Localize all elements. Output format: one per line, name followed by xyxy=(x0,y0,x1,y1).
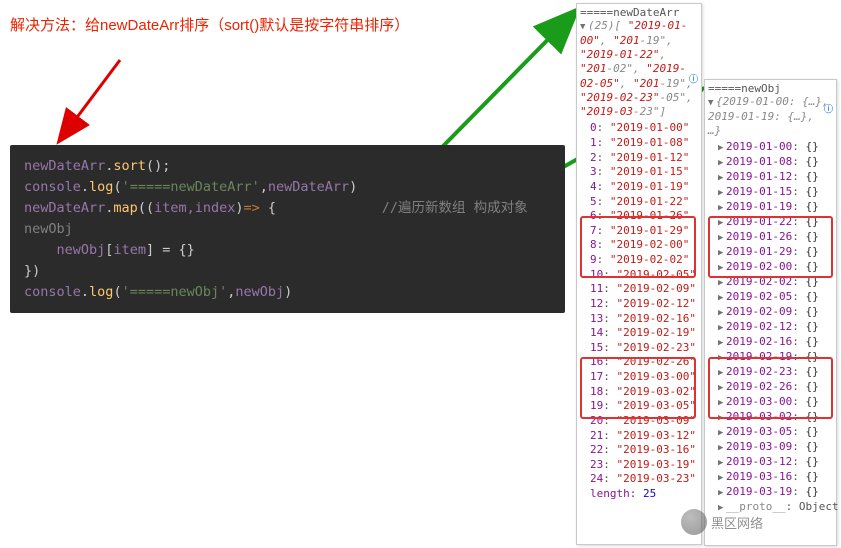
console-array-row[interactable]: 14: "2019-02-19" xyxy=(580,326,698,341)
console-header-arr: =====newDateArr xyxy=(580,6,698,19)
console-preview-arr[interactable]: ▼(25)[ "2019-01-00", "201-19", "2019-01-… xyxy=(580,19,698,119)
console-object-row[interactable]: ▶2019-01-19: {} xyxy=(708,200,833,215)
console-object-row[interactable]: ▶2019-03-12: {} xyxy=(708,455,833,470)
console-object-row[interactable]: ▶2019-01-22: {} xyxy=(708,215,833,230)
console-object-row[interactable]: ▶2019-02-02: {} xyxy=(708,275,833,290)
console-object-row[interactable]: ▶2019-03-02: {} xyxy=(708,410,833,425)
console-object-row[interactable]: ▶2019-02-26: {} xyxy=(708,380,833,395)
console-array-row[interactable]: 10: "2019-02-05" xyxy=(580,268,698,283)
console-object-row[interactable]: ▶2019-01-29: {} xyxy=(708,245,833,260)
console-array-row[interactable]: 9: "2019-02-02" xyxy=(580,253,698,268)
code-line-1: newDateArr.sort(); xyxy=(24,156,551,177)
info-icon[interactable]: ⓘ xyxy=(689,72,698,85)
console-array-row[interactable]: 7: "2019-01-29" xyxy=(580,224,698,239)
console-preview-obj[interactable]: ▼{2019-01-00: {…}, 2019-01-19: {…}, …} xyxy=(708,95,833,138)
console-array-row[interactable]: 2: "2019-01-12" xyxy=(580,151,698,166)
console-object-row[interactable]: ▶2019-01-12: {} xyxy=(708,170,833,185)
console-object-row[interactable]: ▶2019-02-09: {} xyxy=(708,305,833,320)
console-object-row[interactable]: ▶2019-03-19: {} xyxy=(708,485,833,500)
console-object-row[interactable]: ▶2019-01-08: {} xyxy=(708,155,833,170)
console-array-row[interactable]: 13: "2019-02-16" xyxy=(580,312,698,327)
console-header-obj: =====newObj xyxy=(708,82,833,95)
console-array-row[interactable]: 19: "2019-03-05" xyxy=(580,399,698,414)
console-object-row[interactable]: ▶2019-01-00: {} xyxy=(708,140,833,155)
console-array-row[interactable]: 5: "2019-01-22" xyxy=(580,195,698,210)
console-array-row[interactable]: 16: "2019-02-26" xyxy=(580,355,698,370)
console-object-row[interactable]: ▶2019-02-16: {} xyxy=(708,335,833,350)
console-object-row[interactable]: ▶2019-02-19: {} xyxy=(708,350,833,365)
console-object-row[interactable]: ▶2019-03-05: {} xyxy=(708,425,833,440)
arrow-annotation-to-code xyxy=(60,60,120,140)
console-proto-row[interactable]: ▶__proto__: Object xyxy=(708,500,833,515)
code-line-6: console.log('=====newObj',newObj) xyxy=(24,282,551,303)
console-object-row[interactable]: ▶2019-03-16: {} xyxy=(708,470,833,485)
console-array-row[interactable]: 20: "2019-03-09" xyxy=(580,414,698,429)
console-object-row[interactable]: ▶2019-02-12: {} xyxy=(708,320,833,335)
console-panel-object[interactable]: ⓘ =====newObj ▼{2019-01-00: {…}, 2019-01… xyxy=(704,79,837,546)
code-line-4: newObj[item] = {} xyxy=(24,240,551,261)
console-object-row[interactable]: ▶2019-03-00: {} xyxy=(708,395,833,410)
console-array-row[interactable]: 1: "2019-01-08" xyxy=(580,136,698,151)
console-array-row[interactable]: 23: "2019-03-19" xyxy=(580,458,698,473)
console-object-row[interactable]: ▶2019-03-09: {} xyxy=(708,440,833,455)
console-object-row[interactable]: ▶2019-01-26: {} xyxy=(708,230,833,245)
console-array-row[interactable]: 6: "2019-01-26" xyxy=(580,209,698,224)
console-array-row[interactable]: 22: "2019-03-16" xyxy=(580,443,698,458)
code-line-5: }) xyxy=(24,261,551,282)
console-array-row[interactable]: 3: "2019-01-15" xyxy=(580,165,698,180)
console-object-row[interactable]: ▶2019-02-23: {} xyxy=(708,365,833,380)
console-array-row[interactable]: 21: "2019-03-12" xyxy=(580,429,698,444)
console-object-row[interactable]: ▶2019-02-05: {} xyxy=(708,290,833,305)
console-array-row[interactable]: 8: "2019-02-00" xyxy=(580,238,698,253)
console-array-row[interactable]: 12: "2019-02-12" xyxy=(580,297,698,312)
console-array-row[interactable]: 17: "2019-03-00" xyxy=(580,370,698,385)
console-array-row[interactable]: 18: "2019-03-02" xyxy=(580,385,698,400)
code-editor: newDateArr.sort(); console.log('=====new… xyxy=(10,145,565,313)
console-panel-array[interactable]: ⓘ =====newDateArr ▼(25)[ "2019-01-00", "… xyxy=(576,3,702,545)
console-array-length: length: 25 xyxy=(580,487,698,500)
annotation-text: 解决方法：给newDateArr排序（sort()默认是按字符串排序） xyxy=(10,14,409,35)
info-icon[interactable]: ⓘ xyxy=(824,102,833,115)
console-array-row[interactable]: 4: "2019-01-19" xyxy=(580,180,698,195)
console-object-row[interactable]: ▶2019-02-00: {} xyxy=(708,260,833,275)
console-array-row[interactable]: 0: "2019-01-00" xyxy=(580,121,698,136)
console-array-row[interactable]: 15: "2019-02-23" xyxy=(580,341,698,356)
code-line-2: console.log('=====newDateArr',newDateArr… xyxy=(24,177,551,198)
console-array-row[interactable]: 24: "2019-03-23" xyxy=(580,472,698,487)
console-object-row[interactable]: ▶2019-01-15: {} xyxy=(708,185,833,200)
code-line-3: newDateArr.map((item,index)=> { //遍历新数组 … xyxy=(24,198,551,240)
console-array-row[interactable]: 11: "2019-02-09" xyxy=(580,282,698,297)
